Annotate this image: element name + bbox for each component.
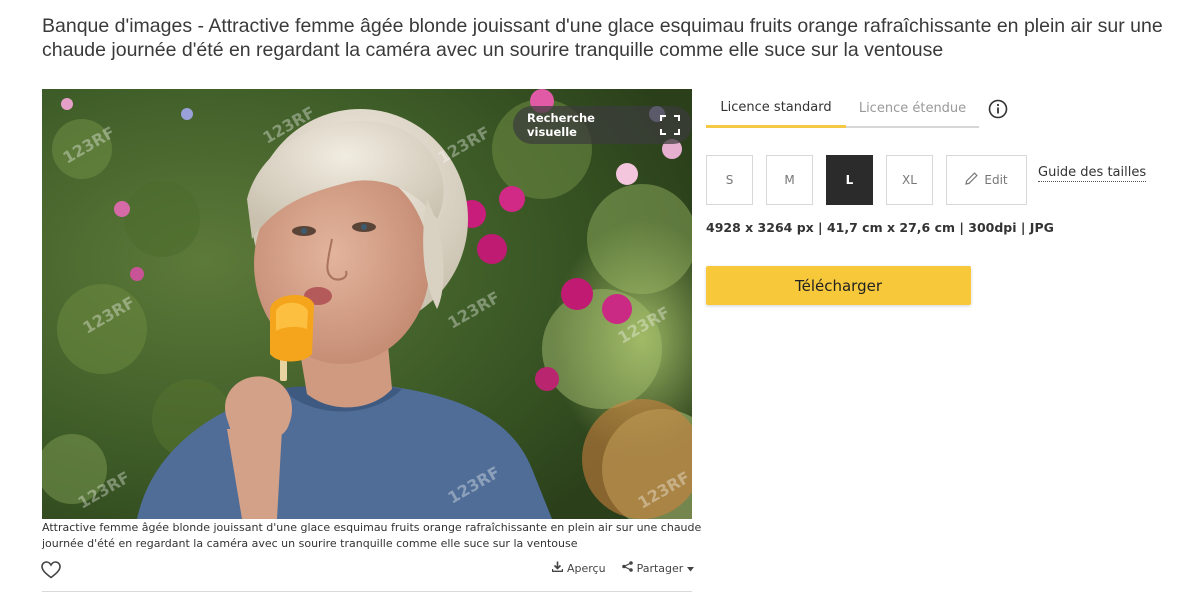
size-guide-link[interactable]: Guide des tailles [1038,165,1147,182]
divider [42,591,692,592]
heart-icon[interactable] [41,561,61,579]
info-icon[interactable] [988,99,1008,119]
caret-down-icon [687,562,695,575]
visual-search-button[interactable]: Recherche visuelle [513,106,692,144]
image-specs: 4928 x 3264 px | 41,7 cm x 27,6 cm | 300… [706,220,1054,235]
size-option-l[interactable]: L [826,155,873,205]
share-button[interactable]: Partager [621,561,695,575]
download-button[interactable]: Télécharger [706,266,971,305]
visual-search-label: Recherche visuelle [527,111,595,139]
preview-label: Aperçu [567,561,606,575]
share-icon [621,561,633,575]
tab-standard-license[interactable]: Licence standard [706,90,846,128]
preview-button[interactable]: Aperçu [551,561,606,575]
image-caption: Attractive femme âgée blonde jouissant d… [42,521,702,550]
photo-actions: Aperçu Partager [551,561,695,575]
download-icon [551,561,564,575]
photo-illustration: 123RF 123RF 123RF 123RF 123RF 123RF 123R… [42,89,692,519]
size-selector: S M L XL Edit [706,155,1027,205]
license-tabs: Licence standard Licence étendue [706,90,979,128]
edit-label: Edit [984,173,1008,187]
pencil-icon [965,172,979,188]
size-option-xl[interactable]: XL [886,155,933,205]
page-title: Banque d'images - Attractive femme âgée … [42,15,1163,61]
size-option-m[interactable]: M [766,155,813,205]
share-label: Partager [636,561,684,575]
edit-size-button[interactable]: Edit [946,155,1027,205]
size-option-s[interactable]: S [706,155,753,205]
frame-icon [660,115,681,135]
tab-extended-license[interactable]: Licence étendue [846,90,979,128]
stock-photo[interactable]: 123RF 123RF 123RF 123RF 123RF 123RF 123R… [42,89,692,519]
